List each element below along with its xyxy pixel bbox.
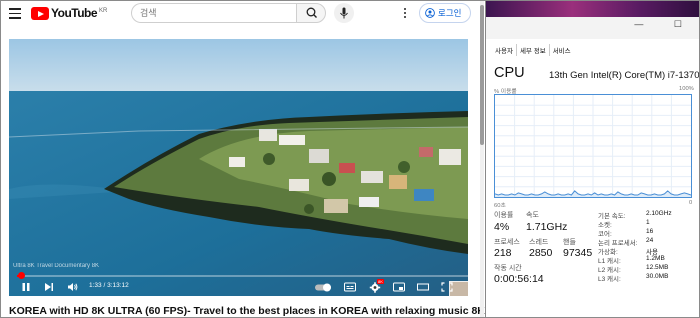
logical-processors-value: 24 xyxy=(646,237,654,244)
task-manager-window: — ☐ 사용자 세부 정보 서비스 CPU 13th Gen Intel(R) … xyxy=(485,1,700,317)
fullscreen-icon[interactable] xyxy=(441,282,453,292)
next-icon[interactable] xyxy=(44,282,54,292)
task-manager-titlebar: — ☐ xyxy=(486,1,699,39)
volume-icon[interactable] xyxy=(67,282,79,292)
cpu-model: 13th Gen Intel(R) Core(TM) i7-13700HX xyxy=(549,70,700,81)
player-controls: 1:33 / 3:13:12 8K xyxy=(9,272,468,296)
uptime-value: 0:00:56:14 xyxy=(494,273,544,285)
handles-label: 핸들 xyxy=(563,239,576,246)
progress-scrubber[interactable] xyxy=(17,272,25,279)
threads-label: 스레드 xyxy=(529,239,549,246)
tab-services[interactable]: 서비스 xyxy=(550,44,574,56)
wallpaper-strip xyxy=(486,1,699,17)
graph-label-max: 100% xyxy=(679,86,694,92)
quality-badge: 8K xyxy=(377,279,384,284)
scrollbar-thumb[interactable] xyxy=(480,5,484,145)
search-input[interactable]: 검색 xyxy=(131,3,296,23)
voice-search-button[interactable] xyxy=(334,3,354,23)
menu-icon[interactable] xyxy=(9,8,21,19)
youtube-play-icon xyxy=(31,7,49,20)
more-options-icon[interactable] xyxy=(404,8,407,19)
sockets-value: 1 xyxy=(646,219,650,226)
video-player[interactable]: Ultra 8K Travel Documentary 8K 1:33 / 3:… xyxy=(9,39,468,296)
processes-label: 프로세스 xyxy=(494,239,520,246)
youtube-header: YouTube KR 검색 로그인 xyxy=(1,1,484,28)
graph-label-time: 60초 xyxy=(494,203,506,209)
l3-cache-label: L3 캐시: xyxy=(598,276,621,283)
miniplayer-icon[interactable] xyxy=(393,282,405,292)
desktop: YouTube KR 검색 로그인 Ultra 8K Travel Docume… xyxy=(0,0,700,318)
subtitles-icon[interactable] xyxy=(344,282,356,292)
cpu-title: CPU xyxy=(494,65,525,81)
utilization-label: 이용률 xyxy=(494,212,514,219)
task-manager-tabs: 사용자 세부 정보 서비스 xyxy=(492,44,574,56)
cores-value: 16 xyxy=(646,228,654,235)
progress-bar[interactable] xyxy=(17,272,468,279)
uptime-label: 작동 시간 xyxy=(494,265,522,272)
tab-details[interactable]: 세부 정보 xyxy=(517,44,550,56)
window-controls[interactable]: — ☐ xyxy=(634,19,696,30)
handles-value: 97345 xyxy=(563,247,593,259)
youtube-window: YouTube KR 검색 로그인 Ultra 8K Travel Docume… xyxy=(1,1,501,317)
search-button[interactable] xyxy=(296,3,326,23)
logo-text: YouTube xyxy=(51,6,98,20)
speed-value: 1.71GHz xyxy=(526,221,568,233)
autoplay-toggle[interactable] xyxy=(315,283,333,292)
login-label: 로그인 xyxy=(438,8,462,18)
login-button[interactable]: 로그인 xyxy=(419,3,471,23)
cpu-history-chart xyxy=(495,95,691,197)
threads-value: 2850 xyxy=(529,247,553,259)
tab-users[interactable]: 사용자 xyxy=(492,44,517,56)
video-overlay-title: Ultra 8K Travel Documentary 8K xyxy=(13,263,100,269)
cpu-utilization-graph xyxy=(494,94,692,198)
theater-mode-icon[interactable] xyxy=(417,282,429,292)
video-title: KOREA with HD 8K ULTRA (60 FPS)- Travel … xyxy=(9,305,502,317)
base-speed-value: 2.10GHz xyxy=(646,210,672,217)
l1-cache-value: 1.2MB xyxy=(646,255,665,262)
region-code: KR xyxy=(99,8,108,14)
utilization-value: 4% xyxy=(494,221,510,233)
account-icon xyxy=(425,8,435,18)
search-icon xyxy=(306,7,317,18)
youtube-logo[interactable]: YouTube KR xyxy=(31,7,107,21)
processes-value: 218 xyxy=(494,247,512,259)
speed-label: 속도 xyxy=(526,212,539,219)
time-display: 1:33 / 3:13:12 xyxy=(89,282,129,289)
l2-cache-value: 12.5MB xyxy=(646,264,669,271)
microphone-icon xyxy=(340,7,348,19)
pause-icon[interactable] xyxy=(21,282,31,292)
l3-cache-value: 30.0MB xyxy=(646,273,669,280)
page-scrollbar[interactable] xyxy=(480,1,484,317)
video-frame xyxy=(9,39,468,296)
graph-label-zero: 0 xyxy=(689,200,693,206)
